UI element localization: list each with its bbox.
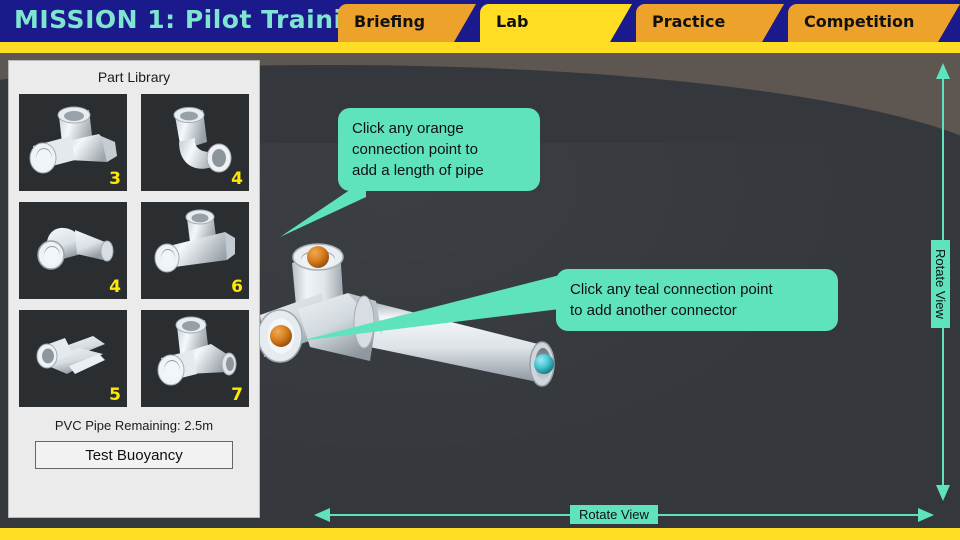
part-number-1: 4 (231, 169, 243, 189)
part-thumbnail-5[interactable]: 7 (141, 310, 249, 407)
app-root: Click any orange connection point to add… (0, 0, 960, 540)
part-grid: 3 4 4 6 5 7 (19, 94, 249, 407)
part-thumbnail-1[interactable]: 4 (141, 94, 249, 191)
connection-point-orange-left[interactable] (270, 325, 292, 347)
header-accent-strip (0, 42, 960, 53)
part-library-panel: Part Library 3 4 4 6 5 7 PVC Pipe Remain… (8, 60, 260, 518)
rotate-view-horizontal[interactable]: Rotate View (312, 503, 936, 527)
part-thumbnail-0[interactable]: 3 (19, 94, 127, 191)
test-buoyancy-button[interactable]: Test Buoyancy (35, 441, 233, 469)
tooltip-teal-connection: Click any teal connection point to add a… (556, 269, 838, 331)
rotate-view-horizontal-label: Rotate View (570, 505, 658, 524)
part-library-title: Part Library (97, 69, 171, 85)
header-bar: MISSION 1: Pilot Training Briefing Lab P… (0, 0, 960, 42)
tab-lab[interactable]: Lab (480, 4, 632, 42)
pipe-remaining-label: PVC Pipe Remaining: 2.5m (54, 418, 214, 433)
rotate-view-vertical-label: Rotate View (931, 240, 950, 328)
part-thumbnail-4[interactable]: 5 (19, 310, 127, 407)
part-number-2: 4 (109, 277, 121, 297)
footer-accent-strip (0, 528, 960, 540)
tab-briefing[interactable]: Briefing (338, 4, 476, 42)
connection-point-teal-end[interactable] (534, 354, 554, 374)
rotate-view-vertical[interactable]: Rotate View (930, 62, 956, 502)
connection-point-orange-top[interactable] (307, 246, 329, 268)
page-title: MISSION 1: Pilot Training (14, 5, 380, 34)
part-number-4: 5 (109, 385, 121, 405)
part-thumbnail-3[interactable]: 6 (141, 202, 249, 299)
part-number-5: 7 (231, 385, 243, 405)
tab-practice[interactable]: Practice (636, 4, 784, 42)
part-thumbnail-2[interactable]: 4 (19, 202, 127, 299)
part-number-0: 3 (109, 169, 121, 189)
part-number-3: 6 (231, 277, 243, 297)
tab-competition[interactable]: Competition (788, 4, 960, 42)
tooltip-tail-teal (300, 275, 560, 341)
tooltip-orange-connection: Click any orange connection point to add… (338, 108, 540, 191)
